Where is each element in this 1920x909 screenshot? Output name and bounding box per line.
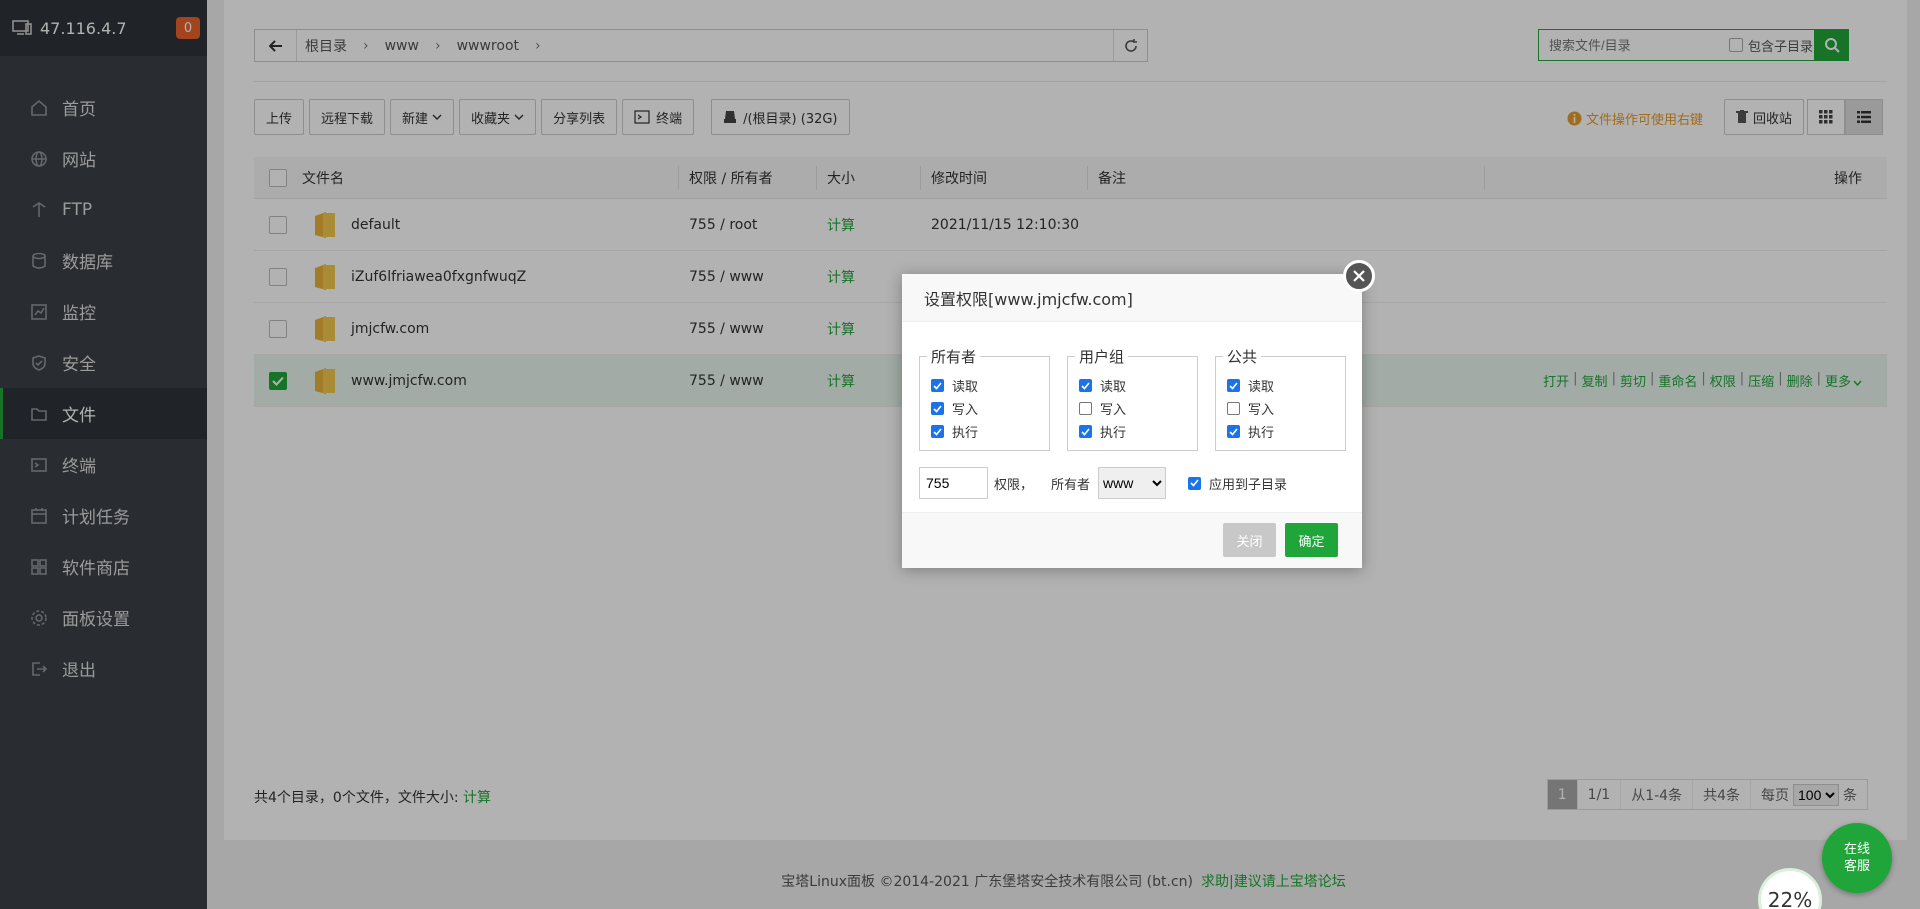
permission-label: 权限， [994,477,1034,493]
group-write[interactable]: 写入 [1079,397,1197,420]
check-icon [1190,479,1199,487]
owner-read[interactable]: 读取 [931,374,1049,397]
permission-row: 权限， 所有者 www 应用到子目录 [919,467,1287,499]
checkbox[interactable] [1079,402,1092,415]
public-read[interactable]: 读取 [1227,374,1345,397]
checkbox-checked[interactable] [1188,476,1202,490]
checkbox-checked[interactable] [931,425,944,438]
service-line2: 客服 [1843,859,1870,874]
group-exec[interactable]: 执行 [1079,420,1197,443]
owner-write[interactable]: 写入 [931,397,1049,420]
owner-group: 所有者 读取 写入 执行 [919,346,1050,451]
check-icon [1229,427,1238,436]
dialog-title: 设置权限[www.jmjcfw.com] [902,274,1362,322]
check-icon [1229,381,1238,390]
checkbox-label: 执行 [1248,426,1275,441]
checkbox-label: 读取 [1248,380,1275,395]
service-line1: 在线 [1843,842,1870,857]
checkbox-label: 写入 [952,403,979,418]
check-icon [933,427,942,436]
owner-label: 所有者 [1051,477,1091,493]
checkbox-label: 执行 [1100,426,1127,441]
checkbox-checked[interactable] [931,402,944,415]
check-icon [933,381,942,390]
public-group: 公共 读取 写入 执行 [1215,346,1346,451]
checkbox-checked[interactable] [1227,425,1240,438]
service-label: 在线 客服 [1844,841,1870,875]
checkbox-label: 执行 [952,426,979,441]
check-icon [1081,427,1090,436]
checkbox-checked[interactable] [1227,379,1240,392]
checkbox-label: 读取 [952,380,979,395]
check-icon [933,404,942,413]
usergroup-group: 用户组 读取 写入 执行 [1067,346,1198,451]
group-title: 公共 [1223,346,1262,367]
group-read[interactable]: 读取 [1079,374,1197,397]
checkbox-label: 写入 [1248,403,1275,418]
dialog-close-button[interactable] [1343,260,1375,292]
permission-groups: 所有者 读取 写入 执行 用户组 读取 写入 执行 公共 读取 写入 执行 [919,346,1363,451]
public-write[interactable]: 写入 [1227,397,1345,420]
owner-select[interactable]: www [1098,467,1167,499]
confirm-button[interactable]: 确定 [1285,523,1338,557]
permission-value-input[interactable] [919,467,988,499]
check-icon [1081,381,1090,390]
checkbox[interactable] [1227,402,1240,415]
public-exec[interactable]: 执行 [1227,420,1345,443]
checkbox-label: 读取 [1100,380,1127,395]
group-title: 所有者 [927,346,981,367]
close-icon [1353,270,1365,282]
checkbox-label: 写入 [1100,403,1127,418]
group-title: 用户组 [1075,346,1129,367]
close-button[interactable]: 关闭 [1223,523,1276,557]
checkbox-checked[interactable] [1079,425,1092,438]
owner-exec[interactable]: 执行 [931,420,1049,443]
checkbox-checked[interactable] [1079,379,1092,392]
dialog-footer: 关闭 确定 [902,512,1362,568]
checkbox-checked[interactable] [931,379,944,392]
online-service-button[interactable]: 在线 客服 [1822,823,1892,893]
checkbox-label: 应用到子目录 [1209,477,1288,493]
apply-subdir-checkbox[interactable]: 应用到子目录 [1188,472,1287,495]
permission-dialog: 设置权限[www.jmjcfw.com] 所有者 读取 写入 执行 用户组 读取… [902,274,1362,568]
